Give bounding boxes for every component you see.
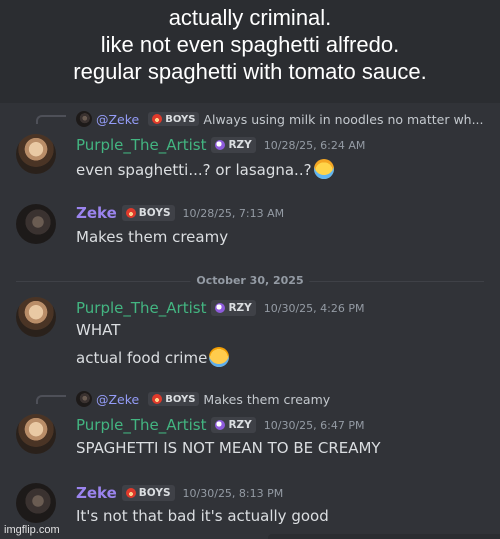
fire-icon bbox=[125, 208, 136, 218]
avatar[interactable] bbox=[16, 297, 56, 337]
meme-caption: actually criminal. like not even spaghet… bbox=[0, 0, 500, 103]
role-tag: BOYS bbox=[121, 485, 175, 501]
fire-icon bbox=[125, 488, 136, 498]
message-text: actual food crime bbox=[76, 347, 230, 367]
role-tag: RZY bbox=[211, 300, 256, 316]
loudly-crying-emoji-icon bbox=[209, 347, 230, 367]
watermark: imgflip.com bbox=[4, 524, 60, 536]
avatar[interactable] bbox=[16, 483, 56, 523]
reply-role-tag: BOYS bbox=[148, 392, 200, 406]
timestamp: 10/30/25, 4:26 PM bbox=[263, 301, 365, 315]
avatar[interactable] bbox=[16, 134, 56, 174]
fire-icon bbox=[152, 114, 163, 124]
timestamp: 10/30/25, 6:47 PM bbox=[263, 418, 365, 432]
timestamp: 10/28/25, 7:13 AM bbox=[182, 206, 285, 220]
message-text: Makes them creamy bbox=[76, 228, 229, 246]
username[interactable]: Purple_The_Artist bbox=[76, 416, 206, 434]
message-header: Purple_The_Artist RZY 10/30/25, 4:26 PM bbox=[76, 298, 364, 318]
reply-mention[interactable]: @Zeke bbox=[96, 112, 139, 127]
caption-line: actually criminal. bbox=[168, 5, 332, 30]
role-tag: RZY bbox=[211, 417, 256, 433]
purple-moon-icon bbox=[215, 140, 226, 150]
reply-preview[interactable]: @Zeke BOYS Always using milk in noodles … bbox=[76, 111, 500, 127]
avatar[interactable] bbox=[16, 414, 56, 454]
message-header: Purple_The_Artist RZY 10/28/25, 6:24 AM bbox=[76, 135, 365, 155]
timestamp: 10/30/25, 8:13 PM bbox=[182, 486, 284, 500]
chat-log: @Zeke BOYS Always using milk in noodles … bbox=[0, 103, 500, 539]
timestamp: 10/28/25, 6:24 AM bbox=[263, 138, 366, 152]
divider-date: October 30, 2025 bbox=[190, 274, 310, 287]
caption-line: like not even spaghetti alfredo. bbox=[100, 32, 400, 57]
purple-moon-icon bbox=[215, 303, 226, 313]
anxious-sweat-emoji-icon bbox=[313, 159, 334, 179]
fire-icon bbox=[152, 394, 163, 404]
role-tag: RZY bbox=[211, 137, 256, 153]
reply-text: Makes them creamy bbox=[203, 392, 331, 407]
message-text: It's not that bad it's actually good bbox=[76, 507, 329, 525]
role-tag: BOYS bbox=[121, 205, 175, 221]
username[interactable]: Zeke bbox=[76, 484, 117, 502]
reply-role-tag: BOYS bbox=[148, 112, 200, 126]
reply-connector bbox=[36, 395, 66, 404]
message-text: even spaghetti...? or lasagna..? bbox=[76, 159, 334, 179]
username[interactable]: Zeke bbox=[76, 204, 117, 222]
message-text: WHAT bbox=[76, 321, 121, 339]
avatar[interactable] bbox=[16, 204, 56, 244]
reaction-bar-edge bbox=[268, 534, 500, 539]
reply-avatar bbox=[76, 391, 92, 407]
message-text: SPAGHETTI IS NOT MEAN TO BE CREAMY bbox=[76, 439, 381, 457]
username[interactable]: Purple_The_Artist bbox=[76, 299, 206, 317]
purple-moon-icon bbox=[215, 420, 226, 430]
message-header: Zeke BOYS 10/28/25, 7:13 AM bbox=[76, 203, 284, 223]
message-header: Purple_The_Artist RZY 10/30/25, 6:47 PM bbox=[76, 415, 364, 435]
reply-connector bbox=[36, 115, 66, 124]
reply-text: Always using milk in noodles no matter w… bbox=[203, 112, 484, 127]
reply-avatar bbox=[76, 111, 92, 127]
reply-preview[interactable]: @Zeke BOYS Makes them creamy bbox=[76, 391, 500, 407]
caption-line: regular spaghetti with tomato sauce. bbox=[73, 59, 427, 84]
reply-mention[interactable]: @Zeke bbox=[96, 392, 139, 407]
date-divider: October 30, 2025 bbox=[16, 274, 484, 288]
username[interactable]: Purple_The_Artist bbox=[76, 136, 206, 154]
message-header: Zeke BOYS 10/30/25, 8:13 PM bbox=[76, 483, 283, 503]
